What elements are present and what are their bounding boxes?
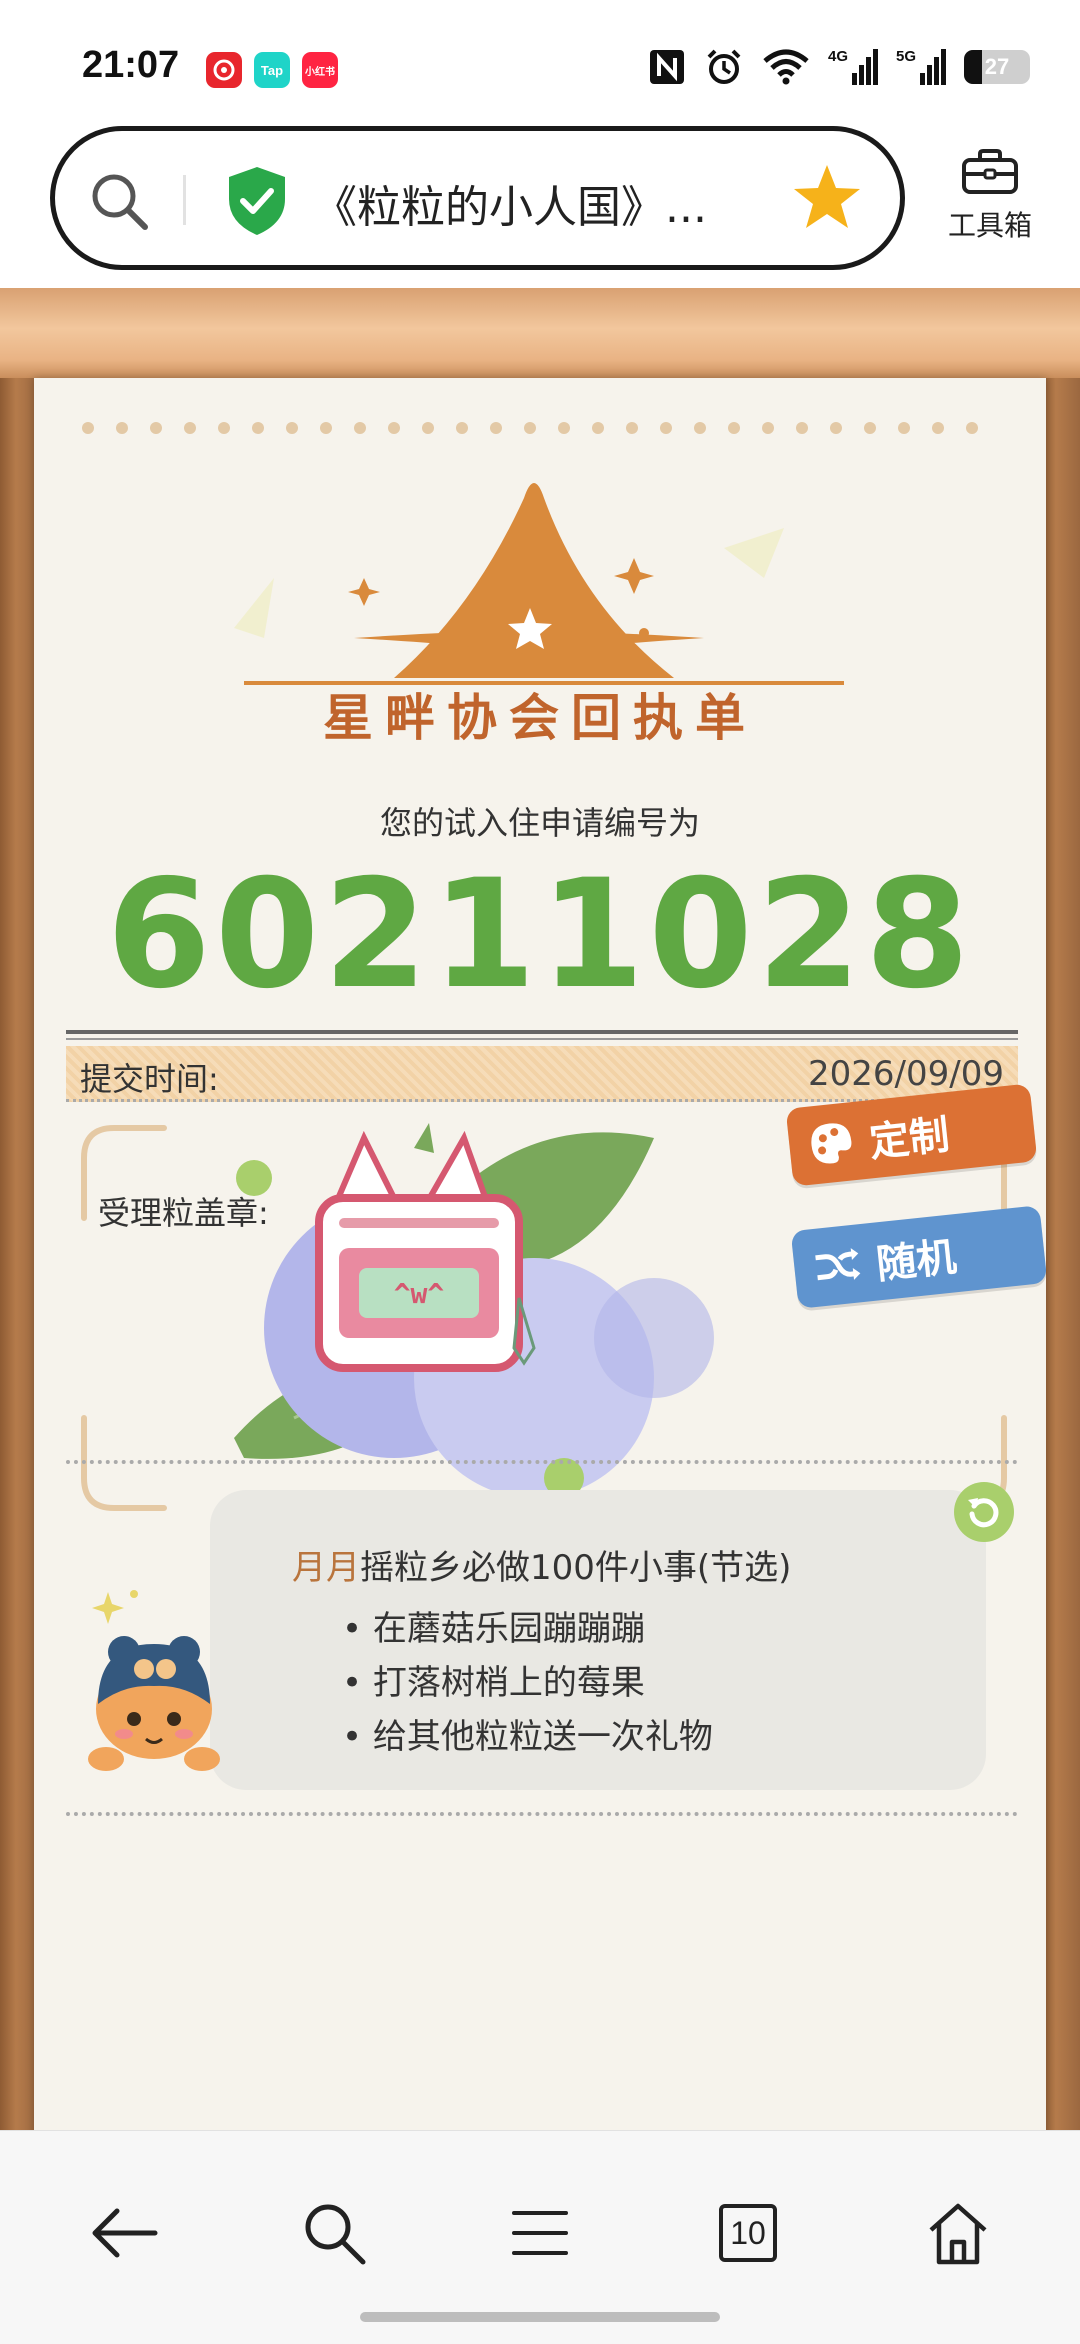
battery-level: 27 [984,54,1010,79]
back-button[interactable] [74,2183,174,2283]
app-icon-red [206,52,242,88]
tabs-count: 10 [719,2204,777,2262]
todo-title-text: 摇粒乡必做100件小事(节选) [360,1548,792,1588]
home-indicator[interactable] [360,2312,720,2322]
mascot-character-icon [88,1590,220,1771]
receipt-paper: 星畔协会回执单 您的试入住申请编号为 60211028 提交时间: 2026/0… [34,378,1048,2130]
todo-title: 月月摇粒乡必做100件小事(节选) [292,1540,791,1589]
list-item: 在蘑菇乐园蹦蹦蹦 [342,1602,713,1656]
application-subtitle: 您的试入住申请编号为 [379,804,700,842]
network-5g-label: 5G [896,48,916,65]
menu-icon [512,2211,568,2255]
stamp-face: ^w^ [394,1277,445,1310]
refresh-icon [968,1498,999,1528]
address-bar[interactable]: 《粒粒的小人国》... [50,126,905,270]
bookmark-star-icon[interactable] [790,161,864,235]
wood-rod [0,288,1080,378]
alarm-icon [707,49,741,84]
toolbox-label: 工具箱 [947,209,1032,242]
status-time: 21:07 [82,44,180,86]
submit-time-row: 提交时间: 2026/09/09 [66,1046,1018,1102]
signal-4g-icon: 4G [828,48,878,85]
submit-time-value: 2026/09/09 [808,1054,1004,1094]
stamp-illustration: ^w^ [234,1123,714,1498]
wifi-icon [763,49,809,85]
status-icons: 4G 5G 27 [648,44,1030,90]
toolbox-button[interactable]: 工具箱 [930,148,1050,258]
custom-button-label: 定制 [867,1112,952,1167]
address-divider [183,175,186,225]
submit-time-label: 提交时间: [80,1060,219,1098]
back-arrow-icon [92,2208,158,2258]
list-item: 给其他粒粒送一次礼物 [342,1710,713,1764]
security-shield-icon[interactable] [225,165,289,237]
refresh-todo-button[interactable] [954,1482,1014,1542]
network-4g-label: 4G [828,48,848,65]
logo-title: 星畔协会回执单 [323,689,757,747]
tap-icon: Tap [254,52,290,88]
page-title[interactable]: 《粒粒的小人国》... [313,171,783,235]
home-icon [929,2203,987,2265]
star-association-logo [234,483,844,685]
flower-icon [213,59,235,81]
todo-list: 在蘑菇乐园蹦蹦蹦 打落树梢上的莓果 给其他粒粒送一次礼物 [342,1602,713,1764]
palette-icon [811,1123,852,1164]
status-bar: 21:07 Tap 小红书 4G 5G 27 [0,0,1080,130]
signal-5g-icon: 5G [896,48,946,85]
tabs-button[interactable]: 10 [698,2183,798,2283]
search-icon [305,2204,366,2265]
wood-background-right [1040,378,1080,2130]
web-content: 星畔协会回执单 您的试入住申请编号为 60211028 提交时间: 2026/0… [0,288,1080,2130]
dotted-divider-bottom [66,1812,1018,1816]
divider-line [66,1030,1018,1034]
battery-icon: 27 [964,50,1030,84]
dotted-divider [66,1460,1018,1464]
home-button[interactable] [908,2183,1008,2283]
list-item: 打落树梢上的莓果 [342,1656,713,1710]
search-nav-button[interactable] [284,2183,384,2283]
shuffle-icon [815,1248,861,1281]
menu-button[interactable] [490,2183,590,2283]
toolbox-icon [962,149,1018,194]
perforation-dots [82,422,978,434]
todo-card: 月月摇粒乡必做100件小事(节选) 在蘑菇乐园蹦蹦蹦 打落树梢上的莓果 给其他粒… [210,1490,986,1790]
application-number: 60211028 [106,848,974,1022]
todo-author: 月月 [292,1548,360,1588]
divider-line-thin [66,1038,1018,1040]
nfc-icon [650,50,684,84]
xiaohongshu-icon: 小红书 [302,52,338,88]
search-icon[interactable] [85,167,155,237]
random-button-label: 随机 [874,1234,959,1289]
